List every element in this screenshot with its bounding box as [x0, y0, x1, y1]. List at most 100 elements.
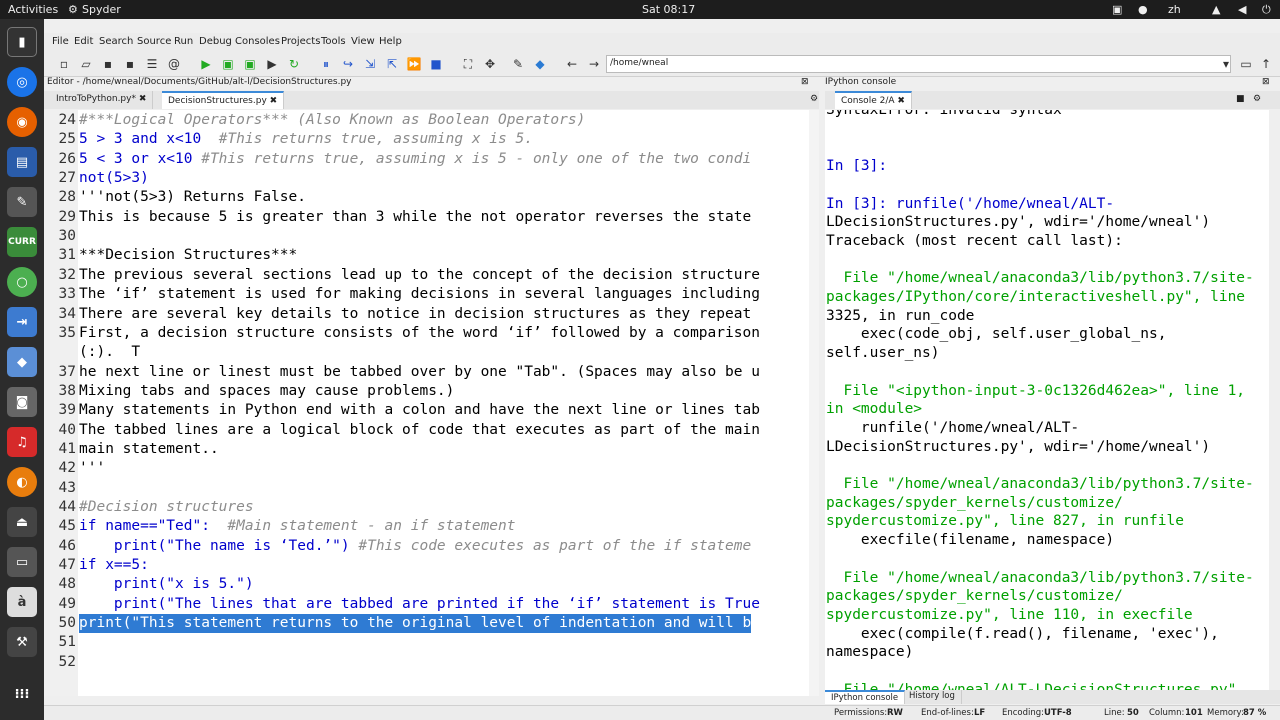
console-options-icon[interactable]: ⚙	[1247, 91, 1267, 109]
editor-scrollbar[interactable]	[809, 110, 819, 696]
firefox-icon[interactable]: ◉	[7, 107, 37, 137]
network-icon[interactable]: ▲	[1212, 3, 1220, 16]
run-cell-icon[interactable]: ▣	[220, 56, 236, 72]
run-cell-advance-icon[interactable]: ▣	[242, 56, 258, 72]
code-line[interactable]: 51	[44, 633, 809, 652]
code-line[interactable]: 28 '''not(5>3) Returns False.	[44, 188, 809, 207]
step-return-icon[interactable]: ⇱	[384, 56, 400, 72]
tab-console-2a[interactable]: Console 2/A ✖	[835, 91, 912, 109]
camera-icon[interactable]: ◙	[7, 387, 37, 417]
forward-icon[interactable]: →	[586, 56, 602, 72]
writer-icon[interactable]: ▤	[7, 147, 37, 177]
code-line[interactable]: 46 print("The name is ‘Ted.’") #This cod…	[44, 537, 809, 556]
menu-search[interactable]: Search	[99, 36, 133, 47]
code-line[interactable]: 26 5 < 3 or x<10 #This returns true, assu…	[44, 150, 809, 169]
fullscreen-icon[interactable]: ✥	[482, 56, 498, 72]
console-pane-controls-icon[interactable]: ⊠	[1262, 77, 1270, 87]
menu-help[interactable]: Help	[379, 36, 402, 47]
save-icon[interactable]: ▪	[100, 56, 116, 72]
blender-icon[interactable]: ◐	[7, 467, 37, 497]
menu-projects[interactable]: Projects	[281, 36, 320, 47]
code-line[interactable]: 52	[44, 653, 809, 672]
new-file-icon[interactable]: ▫	[56, 56, 72, 72]
preferences-icon[interactable]: ✎	[510, 56, 526, 72]
debug-icon[interactable]: ⏸	[318, 56, 334, 72]
tab-history-log[interactable]: History log	[903, 690, 962, 704]
step-into-icon[interactable]: ⇲	[362, 56, 378, 72]
close-icon[interactable]: ✖	[897, 96, 905, 106]
audio-icon[interactable]: ♫	[7, 427, 37, 457]
save-all-icon[interactable]: ▪	[122, 56, 138, 72]
code-line[interactable]: 30	[44, 227, 809, 246]
list-icon[interactable]: ☰	[144, 56, 160, 72]
gimp-icon[interactable]: ✎	[7, 187, 37, 217]
editor-options-icon[interactable]: ⚙	[804, 91, 824, 109]
code-line[interactable]: 37 he next line or linest must be tabbed …	[44, 363, 809, 382]
working-directory-input[interactable]: /home/wneal	[606, 55, 1231, 73]
power-icon[interactable]: ⏻	[1262, 3, 1271, 17]
clock[interactable]: Sat 08:17	[642, 3, 695, 16]
path-dropdown-icon[interactable]: ▾	[1218, 56, 1234, 72]
code-line[interactable]: 50 print("This statement returns to the o…	[44, 614, 809, 634]
app-menu[interactable]: Spyder	[82, 3, 121, 16]
tab-ipython-console[interactable]: IPython console	[825, 690, 906, 704]
menu-consoles[interactable]: Consoles	[235, 36, 280, 47]
chrome-icon[interactable]: ◎	[7, 67, 37, 97]
code-line[interactable]: 33 The ‘if’ statement is used for making …	[44, 285, 809, 304]
language-indicator[interactable]: zh	[1168, 3, 1181, 16]
tab-decisionstructures[interactable]: DecisionStructures.py ✖	[162, 91, 285, 109]
ipython-console[interactable]: SyntaxError: invalid syntax In [3]: In [3]…	[825, 110, 1269, 690]
code-line[interactable]: 29 This is because 5 is greater than 3 wh…	[44, 208, 809, 227]
code-line[interactable]: 43	[44, 479, 809, 498]
settings-icon[interactable]: ⚒	[7, 627, 37, 657]
close-icon[interactable]: ✖	[139, 94, 147, 104]
code-editor[interactable]: 24 #***Logical Operators*** (Also Known a…	[44, 110, 809, 696]
browse-folder-icon[interactable]: ▭	[1238, 56, 1254, 72]
python-path-icon[interactable]: ◆	[532, 56, 548, 72]
menu-file[interactable]: File	[52, 36, 69, 47]
continue-icon[interactable]: ⏩	[406, 56, 422, 72]
step-icon[interactable]: ↪	[340, 56, 356, 72]
text-editor-icon[interactable]: à	[7, 587, 37, 617]
volume-icon[interactable]: ◀	[1238, 3, 1246, 16]
files-icon[interactable]: ⇥	[7, 307, 37, 337]
code-line[interactable]: 41 main statement..	[44, 440, 809, 459]
at-icon[interactable]: @	[166, 56, 182, 72]
code-line[interactable]: 34 There are several key details to notic…	[44, 305, 809, 324]
code-line[interactable]: 38 Mixing tabs and spaces may cause probl…	[44, 382, 809, 401]
code-line[interactable]: 40 The tabbed lines are a logical block o…	[44, 421, 809, 440]
vscode-icon[interactable]: ◆	[7, 347, 37, 377]
run-icon[interactable]: ▶	[198, 56, 214, 72]
editor-pane-controls-icon[interactable]: ⊠	[801, 77, 809, 87]
tab-introtopython[interactable]: IntroToPython.py* ✖	[50, 91, 154, 109]
code-line[interactable]: 25 5 > 3 and x<10 #This returns true, ass…	[44, 130, 809, 149]
code-line[interactable]: 35 First, a decision structure consists o…	[44, 324, 809, 343]
code-line[interactable]: 32 The previous several sections lead up …	[44, 266, 809, 285]
code-line[interactable]: 48 print("x is 5.")	[44, 575, 809, 594]
code-line[interactable]: 27 not(5>3)	[44, 169, 809, 188]
stop-icon[interactable]: ■	[428, 56, 444, 72]
code-line[interactable]: 45 if name=="Ted": #Main statement - an i…	[44, 517, 809, 536]
activities-button[interactable]: Activities	[8, 3, 58, 16]
menu-view[interactable]: View	[351, 36, 375, 47]
parent-dir-icon[interactable]: ↑	[1258, 56, 1274, 72]
rerun-icon[interactable]: ↻	[286, 56, 302, 72]
upload-icon[interactable]: ⏏	[7, 507, 37, 537]
menu-source[interactable]: Source	[137, 36, 171, 47]
code-line[interactable]: 42 '''	[44, 459, 809, 478]
code-line[interactable]: 47 if x==5:	[44, 556, 809, 575]
apps-grid-icon[interactable]: ⁝⁝⁝	[7, 679, 37, 709]
code-line[interactable]: 31 ***Decision Structures***	[44, 246, 809, 265]
ring-icon[interactable]: ○	[7, 267, 37, 297]
maximize-pane-icon[interactable]: ⛶	[460, 56, 476, 72]
open-file-icon[interactable]: ▱	[78, 56, 94, 72]
code-line[interactable]: (:). T	[44, 343, 809, 362]
code-line[interactable]: 24 #***Logical Operators*** (Also Known a…	[44, 111, 809, 130]
curr-icon[interactable]: CURR	[7, 227, 37, 257]
code-line[interactable]: 39 Many statements in Python end with a c…	[44, 401, 809, 420]
code-line[interactable]: 44 #Decision structures	[44, 498, 809, 517]
notification-icon[interactable]: ▣	[1112, 3, 1122, 16]
run-selection-icon[interactable]: ▶	[264, 56, 280, 72]
zoom-icon[interactable]: ●	[1138, 3, 1148, 16]
close-icon[interactable]: ✖	[270, 96, 278, 106]
